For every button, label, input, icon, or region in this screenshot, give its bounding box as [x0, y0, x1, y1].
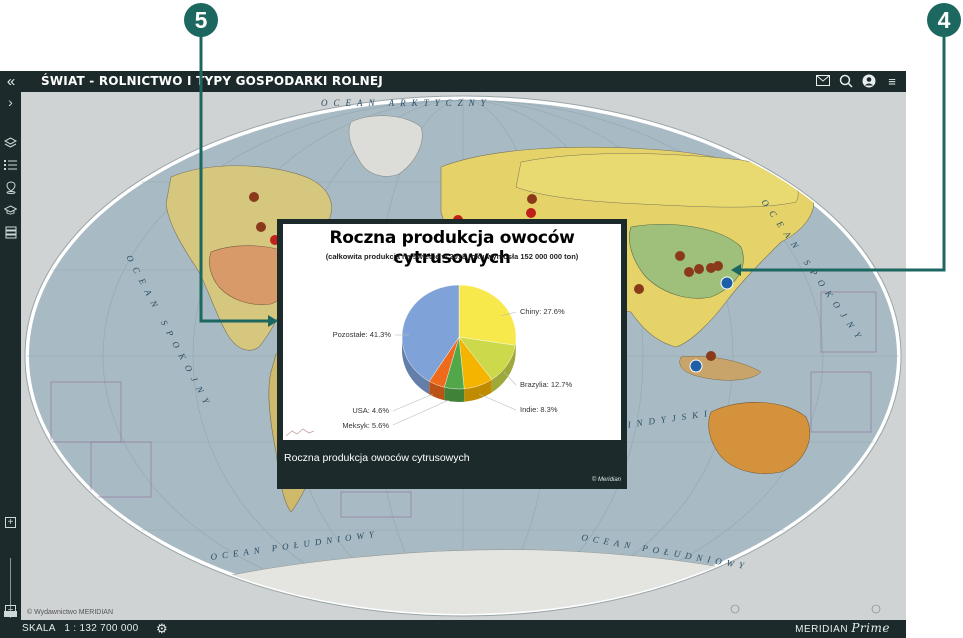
- popup-copyright: © Meridian: [591, 477, 621, 483]
- map-decoration: [730, 604, 740, 614]
- pie-slice: [458, 284, 517, 346]
- location-pin-icon[interactable]: [3, 181, 18, 196]
- map-decoration: [871, 604, 881, 614]
- brand-logo: MERIDIAN Prime: [795, 621, 890, 635]
- expand-chevron-icon[interactable]: ›: [3, 95, 18, 110]
- pie-leader-line: [392, 393, 434, 412]
- pie-chart: Chiny: 27.6% Brazylia: 12.7% Indie: 8.3% Me…: [333, 284, 572, 430]
- pie-leader-line: [478, 393, 517, 411]
- play-marker: [689, 359, 703, 373]
- page-title: ŚWIAT - ROLNICTWO I TYPY GOSPODARKI ROLN…: [41, 74, 383, 88]
- poi-marker: [526, 208, 536, 218]
- mail-icon[interactable]: [815, 74, 831, 89]
- legend-list-icon[interactable]: [3, 159, 18, 174]
- graduation-cap-icon[interactable]: [3, 204, 18, 219]
- chart-card: Roczna produkcja owoców cytrusowych (cał…: [283, 224, 621, 440]
- map-copyright: © Wydawnictwo MERIDIAN: [27, 609, 113, 616]
- gear-icon[interactable]: ⚙: [156, 621, 168, 637]
- poi-marker: [694, 264, 704, 274]
- poi-marker: [684, 267, 694, 277]
- brand-suffix: Prime: [851, 621, 890, 635]
- pie-slice-label: Brazylia: 12.7%: [520, 380, 572, 389]
- user-avatar-icon[interactable]: [861, 74, 877, 89]
- callout-badge-4: 4: [927, 3, 961, 37]
- pie-slice-label: Chiny: 27.6%: [520, 307, 565, 316]
- hamburger-menu-icon[interactable]: ≡: [884, 74, 900, 89]
- scale-readout: SKALA 1 : 132 700 000: [22, 623, 139, 634]
- search-icon[interactable]: [838, 74, 854, 89]
- chart-popup[interactable]: Roczna produkcja owoców cytrusowych (cał…: [277, 219, 627, 489]
- pie-slice-label: USA: 4.6%: [352, 406, 389, 415]
- pie-slice-label: Pozostałe: 41.3%: [333, 330, 392, 339]
- back-chevron-icon[interactable]: «: [3, 74, 19, 89]
- play-marker: [720, 276, 734, 290]
- pie-slice-label: Meksyk: 5.6%: [342, 421, 389, 430]
- callout-badge-5: 5: [184, 3, 218, 37]
- zoom-out-button[interactable]: −: [5, 605, 16, 616]
- bottom-bar: SKALA 1 : 132 700 000 ⚙ MERIDIAN Prime: [0, 620, 906, 638]
- zoom-in-button[interactable]: +: [5, 517, 16, 528]
- poi-marker: [249, 192, 259, 202]
- poi-marker: [675, 251, 685, 261]
- poi-marker: [256, 222, 266, 232]
- pie-slice-label: Indie: 8.3%: [520, 405, 558, 414]
- poi-marker: [706, 351, 716, 361]
- pie-leader-line: [392, 399, 450, 426]
- sidebar: › + −: [0, 92, 21, 620]
- pie-slice-side: [444, 387, 465, 402]
- meridian-watermark: [285, 428, 315, 437]
- popup-caption: Roczna produkcja owoców cytrusowych: [284, 452, 470, 464]
- top-bar: « ŚWIAT - ROLNICTWO I TYPY GOSPODARKI RO…: [0, 71, 906, 92]
- poi-marker: [634, 284, 644, 294]
- layers-icon[interactable]: [3, 137, 18, 152]
- brand-name: MERIDIAN: [795, 624, 849, 635]
- stack-database-icon[interactable]: [3, 226, 18, 241]
- ocean-label-arctic: OCEAN ARKTYCZNY: [321, 98, 492, 108]
- poi-marker: [527, 194, 537, 204]
- poi-marker: [713, 261, 723, 271]
